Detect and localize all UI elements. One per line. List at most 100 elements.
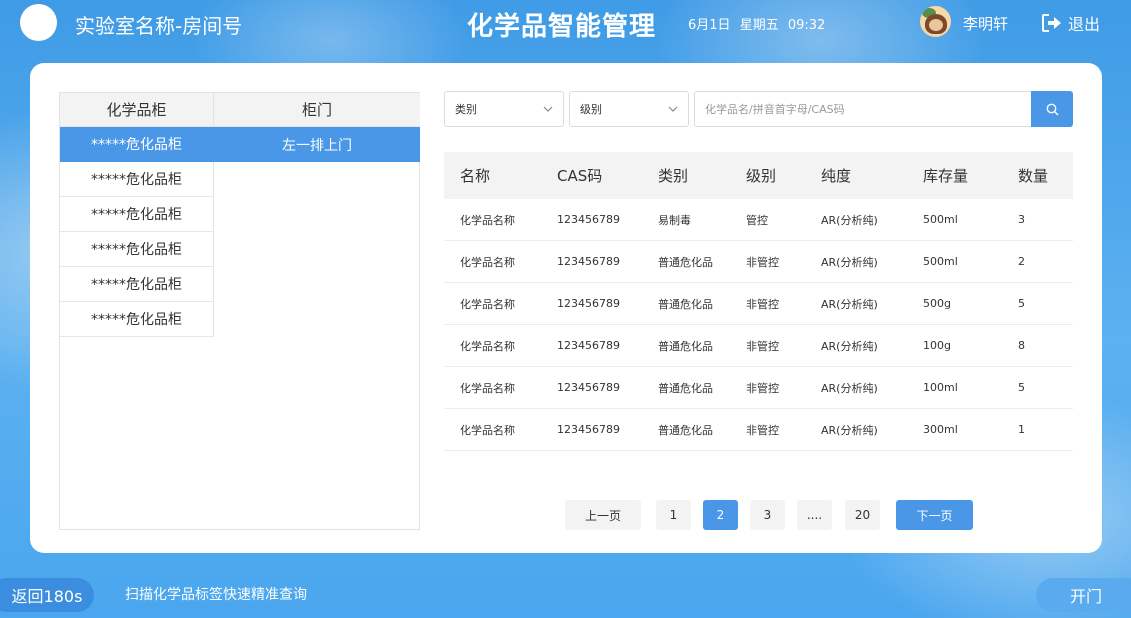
cell-cas: 123456789 xyxy=(557,339,620,352)
cell-cas: 123456789 xyxy=(557,255,620,268)
level-select[interactable]: 级别 xyxy=(569,91,689,127)
cell-category: 普通危化品 xyxy=(658,381,713,395)
lab-name: 实验室名称-房间号 xyxy=(75,14,243,38)
cell-level: 管控 xyxy=(746,213,768,227)
search-input[interactable] xyxy=(695,92,1031,126)
cell-quantity: 2 xyxy=(1018,255,1025,268)
page-button[interactable]: 3 xyxy=(750,500,785,530)
weekday-text: 星期五 xyxy=(739,18,779,33)
cell-quantity: 5 xyxy=(1018,381,1025,394)
cell-level: 非管控 xyxy=(746,423,779,437)
open-door-button[interactable]: 开门 xyxy=(1036,578,1131,612)
cell-stock: 100ml xyxy=(923,381,958,394)
header-cas: CAS码 xyxy=(557,167,603,185)
page-button-current[interactable]: 2 xyxy=(703,500,738,530)
search-box xyxy=(694,91,1073,127)
next-page-button[interactable]: 下一页 xyxy=(896,500,973,530)
cell-cas: 123456789 xyxy=(557,297,620,310)
table-row[interactable]: 化学品名称 123456789 易制毒 管控 AR(分析纯) 500ml 3 xyxy=(444,199,1073,241)
cell-level: 非管控 xyxy=(746,297,779,311)
table-header: 名称 CAS码 类别 级别 纯度 库存量 数量 xyxy=(444,152,1073,199)
cabinet-item[interactable]: *****危化品柜 xyxy=(60,232,214,267)
cell-level: 非管控 xyxy=(746,339,779,353)
cell-cas: 123456789 xyxy=(557,423,620,436)
cabinet-item[interactable]: *****危化品柜 xyxy=(60,197,214,232)
cell-purity: AR(分析纯) xyxy=(821,213,878,227)
cell-purity: AR(分析纯) xyxy=(821,297,878,311)
header-quantity: 数量 xyxy=(1018,167,1049,185)
cabinet-item[interactable]: *****危化品柜 xyxy=(60,162,214,197)
datetime: 6月1日 星期五 09:32 xyxy=(688,14,830,33)
cabinet-item[interactable]: *****危化品柜 xyxy=(60,127,214,162)
cell-stock: 300ml xyxy=(923,423,958,436)
table-row[interactable]: 化学品名称 123456789 普通危化品 非管控 AR(分析纯) 300ml 1 xyxy=(444,409,1073,451)
cell-quantity: 8 xyxy=(1018,339,1025,352)
pagination: 上一页 1 2 3 .... 20 下一页 xyxy=(30,500,1102,530)
cell-stock: 500ml xyxy=(923,255,958,268)
cell-name: 化学品名称 xyxy=(460,213,515,227)
user-name: 李明轩 xyxy=(963,15,1009,33)
chemical-table: 名称 CAS码 类别 级别 纯度 库存量 数量 化学品名称 123456789 易制… xyxy=(444,152,1073,451)
cell-quantity: 5 xyxy=(1018,297,1025,310)
cell-category: 普通危化品 xyxy=(658,339,713,353)
category-select[interactable]: 类别 xyxy=(444,91,564,127)
cell-category: 易制毒 xyxy=(658,213,691,227)
cell-purity: AR(分析纯) xyxy=(821,423,878,437)
cell-purity: AR(分析纯) xyxy=(821,339,878,353)
table-row[interactable]: 化学品名称 123456789 普通危化品 非管控 AR(分析纯) 500g 5 xyxy=(444,283,1073,325)
cabinet-item[interactable]: *****危化品柜 xyxy=(60,267,214,302)
door-item[interactable]: 左一排上门 xyxy=(214,127,420,162)
cell-level: 非管控 xyxy=(746,255,779,269)
main-panel: 化学品柜 *****危化品柜 *****危化品柜 *****危化品柜 *****… xyxy=(30,63,1102,553)
page-ellipsis[interactable]: .... xyxy=(797,500,832,530)
top-bar: 实验室名称-房间号 化学品智能管理 6月1日 星期五 09:32 李明轩 退出 xyxy=(0,0,1131,46)
page-button[interactable]: 20 xyxy=(845,500,880,530)
logout-label: 退出 xyxy=(1068,15,1101,34)
cell-purity: AR(分析纯) xyxy=(821,381,878,395)
table-row[interactable]: 化学品名称 123456789 普通危化品 非管控 AR(分析纯) 500ml 2 xyxy=(444,241,1073,283)
cabinet-table: 化学品柜 *****危化品柜 *****危化品柜 *****危化品柜 *****… xyxy=(59,92,420,530)
chevron-down-icon xyxy=(543,106,553,112)
cell-category: 普通危化品 xyxy=(658,255,713,269)
header-stock: 库存量 xyxy=(923,167,969,185)
cell-quantity: 3 xyxy=(1018,213,1025,226)
cell-level: 非管控 xyxy=(746,381,779,395)
cell-category: 普通危化品 xyxy=(658,423,713,437)
scan-tip: 扫描化学品标签快速精准查询 xyxy=(125,587,307,603)
cell-cas: 123456789 xyxy=(557,381,620,394)
table-row[interactable]: 化学品名称 123456789 普通危化品 非管控 AR(分析纯) 100g 8 xyxy=(444,325,1073,367)
cell-cas: 123456789 xyxy=(557,213,620,226)
header-purity: 纯度 xyxy=(821,167,852,185)
cell-stock: 100g xyxy=(923,339,951,352)
search-icon xyxy=(1046,103,1058,115)
door-column-header: 柜门 xyxy=(214,93,420,127)
cell-name: 化学品名称 xyxy=(460,381,515,395)
category-select-label: 类别 xyxy=(455,103,477,116)
cell-purity: AR(分析纯) xyxy=(821,255,878,269)
cell-quantity: 1 xyxy=(1018,423,1025,436)
level-select-label: 级别 xyxy=(580,103,602,116)
search-button[interactable] xyxy=(1031,91,1073,127)
cabinet-item[interactable]: *****危化品柜 xyxy=(60,302,214,337)
prev-page-button[interactable]: 上一页 xyxy=(565,500,641,530)
cabinet-column-header: 化学品柜 xyxy=(60,93,214,127)
cell-stock: 500g xyxy=(923,297,951,310)
table-body: 化学品名称 123456789 易制毒 管控 AR(分析纯) 500ml 3 化学品名称 123… xyxy=(444,199,1073,451)
back-countdown-button[interactable]: 返回180s xyxy=(0,578,94,612)
cell-name: 化学品名称 xyxy=(460,339,515,353)
logo-icon xyxy=(20,4,57,41)
cell-name: 化学品名称 xyxy=(460,255,515,269)
page-button[interactable]: 1 xyxy=(656,500,691,530)
date-text: 6月1日 xyxy=(688,18,731,33)
header-name: 名称 xyxy=(460,167,491,185)
table-row[interactable]: 化学品名称 123456789 普通危化品 非管控 AR(分析纯) 100ml 5 xyxy=(444,367,1073,409)
cell-name: 化学品名称 xyxy=(460,297,515,311)
user-avatar[interactable] xyxy=(920,6,951,37)
cabinet-column: 化学品柜 *****危化品柜 *****危化品柜 *****危化品柜 *****… xyxy=(60,93,214,529)
logout-button[interactable]: 退出 xyxy=(1042,11,1100,35)
header-category: 类别 xyxy=(658,167,689,185)
cell-name: 化学品名称 xyxy=(460,423,515,437)
time-text: 09:32 xyxy=(787,18,826,33)
app-title: 化学品智能管理 xyxy=(467,12,657,42)
logout-icon xyxy=(1042,14,1061,32)
